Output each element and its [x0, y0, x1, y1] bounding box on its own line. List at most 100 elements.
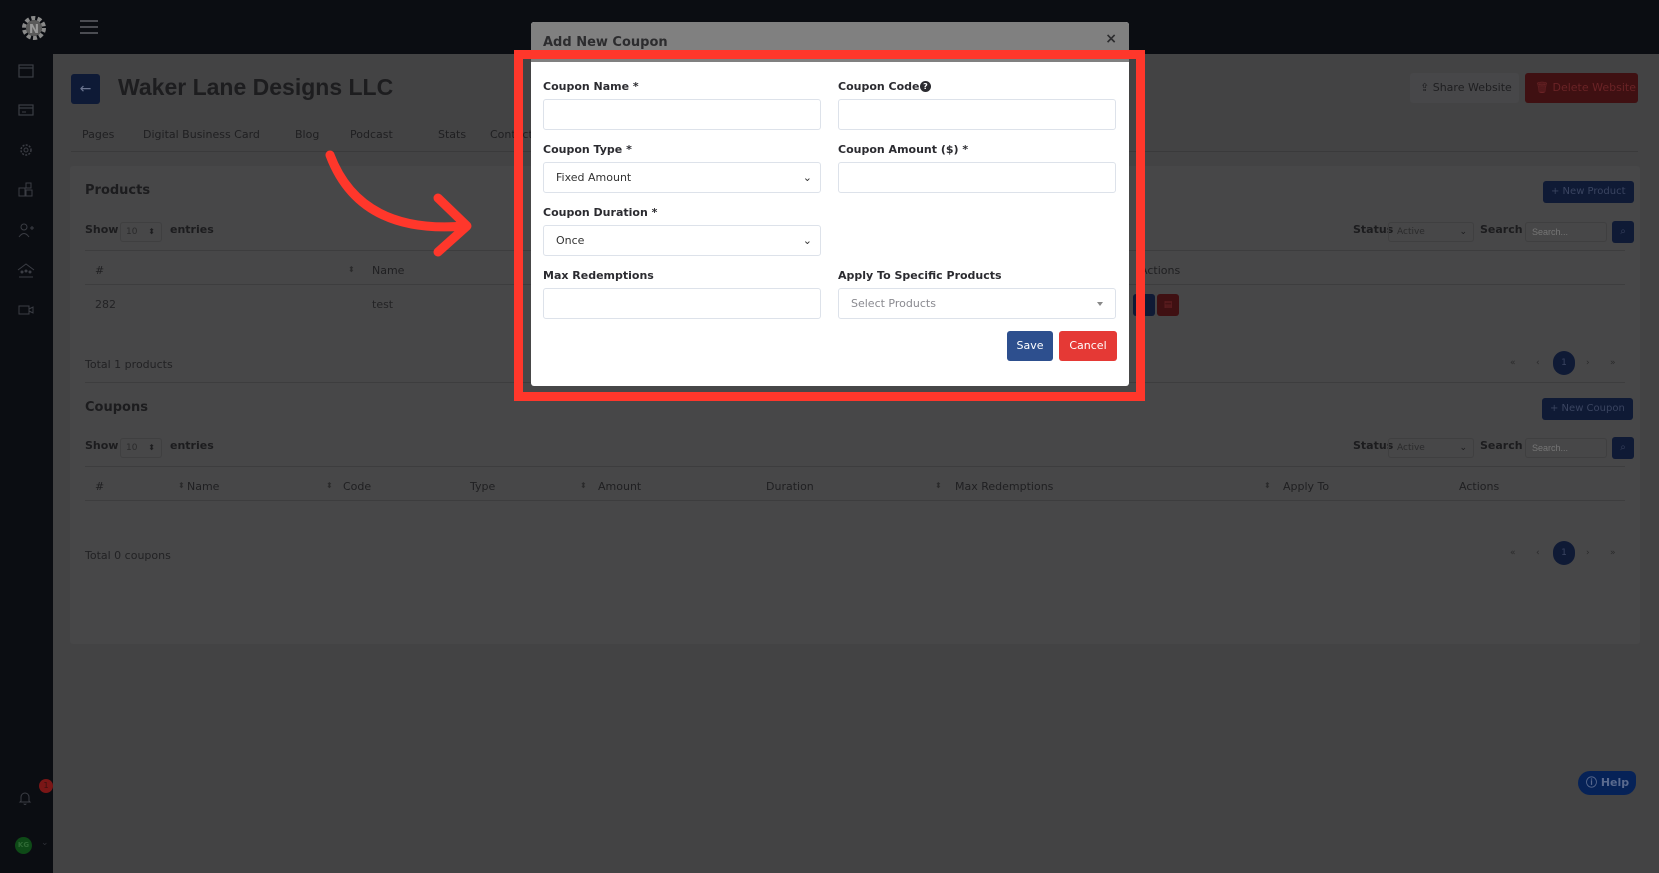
show-label: Show: [85, 439, 119, 452]
col-max-redemptions[interactable]: Max Redemptions: [955, 480, 1053, 493]
tab-stats[interactable]: Stats: [438, 128, 466, 141]
page-first[interactable]: «: [1510, 351, 1516, 375]
coupon-code-label: Coupon Code: [838, 80, 920, 93]
search-icon: ⌕: [1620, 226, 1626, 237]
product-id: 282: [95, 298, 116, 311]
sort-icon[interactable]: ⬍: [348, 265, 355, 274]
tab-digital-business-card[interactable]: Digital Business Card: [143, 128, 260, 141]
puzzle-blocks-icon[interactable]: [17, 181, 35, 199]
coupon-name-label: Coupon Name *: [543, 80, 639, 93]
col-id[interactable]: #: [95, 480, 104, 493]
page-first[interactable]: «: [1510, 541, 1516, 565]
page-last[interactable]: »: [1610, 541, 1616, 565]
max-redemptions-input[interactable]: [543, 288, 821, 319]
new-product-button[interactable]: + New Product: [1543, 181, 1634, 203]
coupons-search-input[interactable]: [1525, 438, 1607, 458]
col-duration[interactable]: Duration: [766, 480, 814, 493]
notification-badge: 1: [39, 779, 53, 793]
max-redemptions-label: Max Redemptions: [543, 269, 654, 282]
page-current[interactable]: 1: [1553, 541, 1575, 565]
coupon-duration-label: Coupon Duration *: [543, 206, 658, 219]
archive-icon: ▤: [1163, 300, 1173, 310]
caret-down-icon: [1097, 302, 1103, 306]
modal-header: Add New Coupon ×: [531, 22, 1129, 62]
chevron-down-icon: ⌄: [802, 171, 812, 184]
coupon-duration-select[interactable]: Once ⌄: [543, 225, 821, 256]
tab-blog[interactable]: Blog: [295, 128, 319, 141]
gear-icon[interactable]: [17, 141, 35, 159]
hamburger-menu-icon[interactable]: [80, 20, 98, 34]
svg-text:N: N: [29, 22, 39, 36]
col-name[interactable]: Name: [372, 264, 404, 277]
sort-icon[interactable]: ⬍: [580, 481, 587, 490]
entries-label: entries: [170, 223, 214, 236]
modal-title: Add New Coupon: [543, 35, 668, 50]
help-button[interactable]: ⓘ Help: [1578, 771, 1636, 795]
sort-icon[interactable]: ⬍: [178, 481, 185, 490]
page-prev[interactable]: ‹: [1536, 541, 1540, 565]
sort-icon[interactable]: ⬍: [1264, 481, 1271, 490]
products-search-input[interactable]: [1525, 222, 1607, 242]
add-user-icon[interactable]: [17, 221, 35, 239]
video-icon[interactable]: [17, 301, 35, 319]
team-icon[interactable]: [17, 261, 35, 279]
page-last[interactable]: »: [1610, 351, 1616, 375]
add-coupon-modal: Add New Coupon × Coupon Name * Coupon Co…: [531, 22, 1129, 386]
col-name[interactable]: Name: [187, 480, 219, 493]
chevron-down-icon[interactable]: ⌄: [41, 838, 49, 848]
col-type[interactable]: Type: [470, 480, 495, 493]
coupons-search-button[interactable]: ⌕: [1612, 437, 1634, 459]
coupons-pagination: « ‹ 1 › »: [1510, 541, 1630, 565]
share-website-button[interactable]: ⇪ Share Website: [1410, 73, 1519, 103]
sort-arrows-icon: ⬍: [148, 443, 155, 452]
products-total: Total 1 products: [85, 358, 173, 371]
chevron-down-icon: ⌄: [802, 234, 812, 247]
close-icon[interactable]: ×: [1105, 31, 1117, 47]
show-label: Show: [85, 223, 119, 236]
delete-website-button[interactable]: 🗑 Delete Website: [1525, 73, 1638, 103]
col-apply-to[interactable]: Apply To: [1283, 480, 1329, 493]
tab-pages[interactable]: Pages: [82, 128, 114, 141]
archive-product-button[interactable]: ▤: [1157, 294, 1179, 316]
products-status-select[interactable]: Active ⌄: [1388, 222, 1474, 242]
page-next[interactable]: ›: [1586, 351, 1590, 375]
coupons-title: Coupons: [85, 400, 148, 415]
logo-gear-icon[interactable]: N: [20, 14, 48, 42]
col-actions: Actions: [1140, 264, 1181, 277]
page-prev[interactable]: ‹: [1536, 351, 1540, 375]
apply-products-select[interactable]: Select Products: [838, 288, 1116, 319]
col-amount[interactable]: Amount: [598, 480, 641, 493]
new-coupon-button[interactable]: + New Coupon: [1542, 398, 1633, 420]
coupon-code-input[interactable]: [838, 99, 1116, 130]
coupons-page-length-select[interactable]: 10 ⬍: [120, 438, 162, 458]
sort-icon[interactable]: ⬍: [935, 481, 942, 490]
edit-product-button[interactable]: [1133, 294, 1155, 316]
col-id[interactable]: #: [95, 264, 104, 277]
coupon-name-input[interactable]: [543, 99, 821, 130]
browser-window-icon[interactable]: [17, 62, 35, 80]
products-search-button[interactable]: ⌕: [1612, 221, 1634, 243]
back-button[interactable]: ←: [71, 74, 100, 104]
chevron-down-icon: ⌄: [1459, 443, 1467, 453]
cancel-button[interactable]: Cancel: [1059, 331, 1117, 361]
search-icon: ⌕: [1620, 442, 1626, 453]
arrow-left-icon: ←: [79, 81, 92, 97]
coupon-amount-input[interactable]: [838, 162, 1116, 193]
credit-card-icon[interactable]: [17, 101, 35, 119]
coupon-type-select[interactable]: Fixed Amount ⌄: [543, 162, 821, 193]
products-title: Products: [85, 183, 151, 198]
coupon-amount-label: Coupon Amount ($) *: [838, 143, 969, 156]
coupon-type-label: Coupon Type *: [543, 143, 632, 156]
save-button[interactable]: Save: [1007, 331, 1053, 361]
col-code[interactable]: Code: [343, 480, 371, 493]
page-next[interactable]: ›: [1586, 541, 1590, 565]
coupons-status-select[interactable]: Active ⌄: [1388, 438, 1474, 458]
question-circle-icon[interactable]: ?: [920, 81, 931, 92]
avatar[interactable]: KG: [15, 837, 32, 854]
tab-podcast[interactable]: Podcast: [350, 128, 393, 141]
page-current[interactable]: 1: [1553, 351, 1575, 375]
bell-icon[interactable]: [17, 790, 33, 806]
products-page-length-select[interactable]: 10 ⬍: [120, 222, 162, 242]
table-divider: [85, 466, 1625, 467]
sort-icon[interactable]: ⬍: [326, 481, 333, 490]
